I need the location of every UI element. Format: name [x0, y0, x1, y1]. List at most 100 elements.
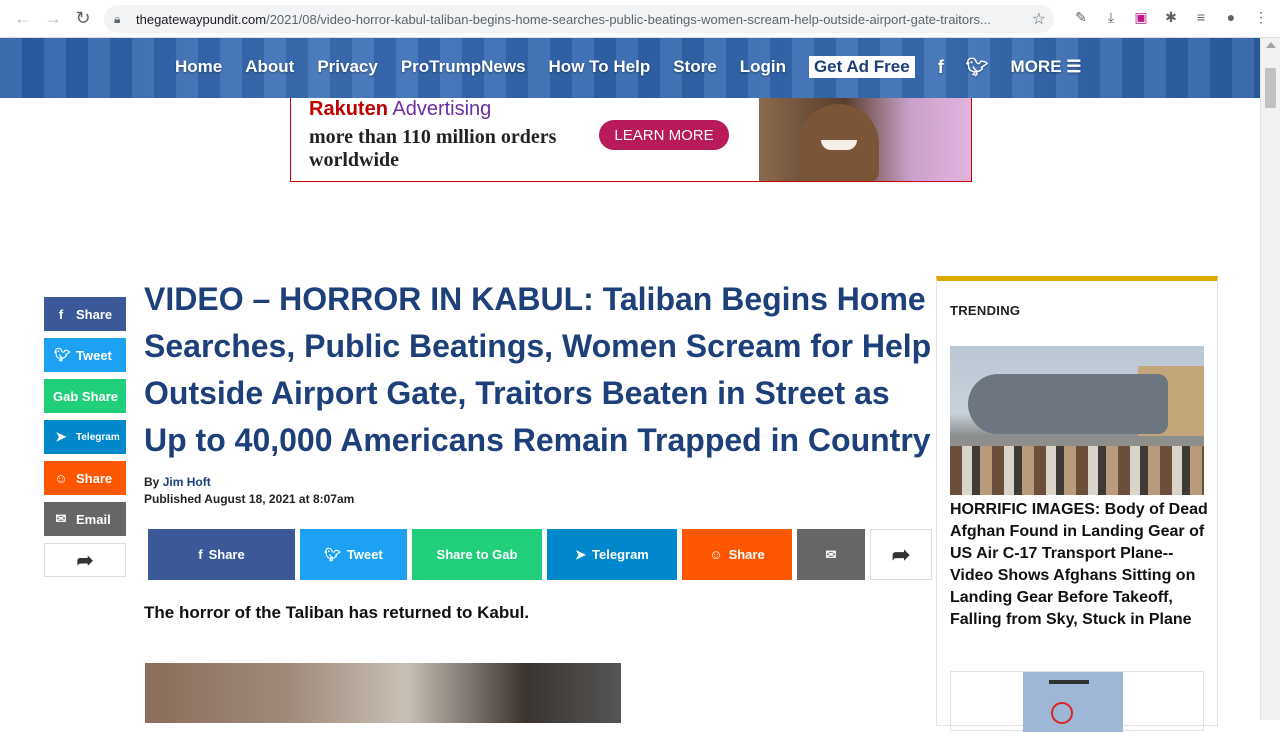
telegram-icon: ➤: [55, 429, 67, 444]
crowd-shape: [950, 446, 1204, 495]
nav-home[interactable]: Home: [175, 57, 222, 77]
gab-share-button[interactable]: Share to Gab: [412, 529, 542, 580]
nav-how-to-help[interactable]: How To Help: [549, 57, 651, 77]
forward-icon[interactable]: →: [38, 4, 68, 34]
browser-toolbar: ← → ↻ 🔒︎ thegatewaypundit.com /2021/08/v…: [0, 0, 1280, 38]
byline-by: By: [144, 475, 160, 489]
share-label: Share: [208, 547, 245, 562]
more-menu-button[interactable]: MORE ☰: [1011, 57, 1082, 77]
puzzle-icon[interactable]: ✱: [1162, 8, 1180, 26]
nav-about[interactable]: About: [245, 57, 294, 77]
ad-brand-suffix: Advertising: [392, 98, 492, 120]
extension-purple-icon[interactable]: ▣: [1132, 8, 1150, 26]
ad-smile-shape: [821, 140, 857, 150]
trending-title: TRENDING: [950, 303, 1021, 318]
ad-copy: more than 110 million orders worldwide: [309, 126, 556, 172]
site-header: Home About Privacy ProTrumpNews How To H…: [0, 38, 1260, 98]
reddit-icon: ☺: [709, 547, 723, 562]
byline: By Jim Hoft Published August 18, 2021 at…: [144, 474, 354, 508]
rakuten-ad-banner[interactable]: Rakuten Advertising more than 110 millio…: [290, 98, 972, 182]
twitter-icon: 🐦︎: [324, 546, 341, 562]
ad-copy-line1: more than 110 million orders: [309, 126, 557, 148]
author-link[interactable]: Jim Hoft: [163, 475, 211, 489]
rail-more-share-button[interactable]: ➦: [44, 543, 126, 577]
reload-icon[interactable]: ↻: [68, 4, 98, 34]
published-date: Published August 18, 2021 at 8:07am: [144, 492, 355, 506]
lock-icon: 🔒︎: [114, 12, 121, 26]
download-icon[interactable]: ⤓: [1102, 8, 1120, 26]
menu-dots-icon[interactable]: ⋮: [1252, 8, 1270, 26]
jet-shape: [1049, 680, 1089, 684]
share-label: Share: [728, 547, 765, 562]
nav-login[interactable]: Login: [740, 57, 786, 77]
page-scrollbar[interactable]: [1260, 38, 1280, 720]
rail-label: Telegram: [76, 431, 120, 443]
rail-email-button[interactable]: ✉ Email: [44, 502, 126, 536]
telegram-share-button[interactable]: ➤ Telegram: [547, 529, 677, 580]
plane-shape: [968, 374, 1168, 434]
ad-copy-line2: worldwide: [309, 149, 399, 171]
get-ad-free-button[interactable]: Get Ad Free: [808, 56, 915, 78]
rail-telegram-button[interactable]: ➤ Telegram: [44, 420, 126, 454]
profile-avatar-icon[interactable]: ●: [1222, 8, 1240, 26]
twitter-icon: 🐦︎: [54, 347, 71, 362]
extension-icons: ✎ ⤓ ▣ ✱ ≡ ● ⋮: [1072, 8, 1270, 26]
rail-label: Share: [76, 306, 113, 322]
trending-story-2-image[interactable]: [950, 671, 1204, 732]
embedded-video[interactable]: [145, 663, 621, 723]
rail-label: Share: [76, 470, 113, 486]
main-nav: Home About Privacy ProTrumpNews How To H…: [175, 56, 1082, 78]
ad-photo: [759, 98, 971, 181]
email-icon: ✉: [825, 546, 837, 562]
twitter-tweet-button[interactable]: 🐦︎ Tweet: [300, 529, 407, 580]
trending-story-image[interactable]: [950, 346, 1204, 495]
rail-gab-share-button[interactable]: Gab Share: [44, 379, 126, 413]
twitter-icon[interactable]: 🐦︎: [966, 57, 989, 78]
share-rail: f Share 🐦︎ Tweet Gab Share ➤ Telegram ☺ Shar…: [44, 297, 126, 584]
rail-label: Tweet: [76, 347, 112, 363]
share-arrow-icon: ➦: [891, 541, 911, 567]
url-host: thegatewaypundit.com: [136, 11, 267, 27]
article-headline: VIDEO – HORROR IN KABUL: Taliban Begins …: [144, 281, 932, 458]
nav-store[interactable]: Store: [673, 57, 716, 77]
nav-protrumpnews[interactable]: ProTrumpNews: [401, 57, 526, 77]
share-label: Telegram: [592, 547, 649, 562]
email-icon: ✉: [55, 511, 67, 526]
rail-twitter-tweet-button[interactable]: 🐦︎ Tweet: [44, 338, 126, 372]
rail-label: Email: [76, 511, 111, 527]
scrollbar-thumb[interactable]: [1265, 68, 1276, 108]
nav-privacy[interactable]: Privacy: [317, 57, 378, 77]
bookmark-star-icon[interactable]: ☆: [1032, 9, 1046, 29]
hamburger-icon: ☰: [1066, 57, 1082, 76]
rail-reddit-share-button[interactable]: ☺ Share: [44, 461, 126, 495]
reddit-icon: ☺: [54, 470, 68, 486]
scroll-up-arrow-icon[interactable]: [1266, 42, 1276, 48]
share-arrow-icon: ➦: [76, 549, 94, 572]
article-lead: The horror of the Taliban has returned t…: [144, 603, 530, 622]
share-label: Tweet: [346, 547, 383, 562]
address-bar[interactable]: 🔒︎ thegatewaypundit.com /2021/08/video-h…: [104, 5, 1054, 33]
share-label: Share to Gab: [436, 547, 518, 562]
ad-brand: Rakuten Advertising: [309, 98, 491, 121]
facebook-share-button[interactable]: f Share: [148, 529, 295, 580]
facebook-icon: f: [58, 306, 64, 322]
back-icon[interactable]: ←: [8, 4, 38, 34]
rail-facebook-share-button[interactable]: f Share: [44, 297, 126, 331]
trending-story-link[interactable]: HORRIFIC IMAGES: Body of Dead Afghan Fou…: [950, 499, 1208, 631]
reddit-share-button[interactable]: ☺ Share: [682, 529, 792, 580]
rail-label: Gab Share: [53, 388, 119, 404]
telegram-icon: ➤: [575, 546, 587, 562]
trending-sidebar: TRENDING HORRIFIC IMAGES: Body of Dead A…: [936, 276, 1218, 732]
more-label: MORE: [1010, 57, 1062, 76]
ad-brand-name: Rakuten: [309, 98, 388, 120]
more-share-button[interactable]: ➦: [870, 529, 932, 580]
reading-list-icon[interactable]: ≡: [1192, 8, 1210, 26]
facebook-icon[interactable]: f: [938, 57, 944, 78]
share-bar: f Share 🐦︎ Tweet Share to Gab ➤ Telegram ☺ S…: [148, 529, 932, 580]
url-path: /2021/08/video-horror-kabul-taliban-begi…: [266, 11, 991, 27]
ad-learn-more-button[interactable]: LEARN MORE: [599, 120, 729, 150]
facebook-icon: f: [198, 547, 203, 562]
red-circle-marker: [1051, 702, 1073, 724]
email-share-button[interactable]: ✉: [797, 529, 865, 580]
pen-extension-icon[interactable]: ✎: [1072, 8, 1090, 26]
